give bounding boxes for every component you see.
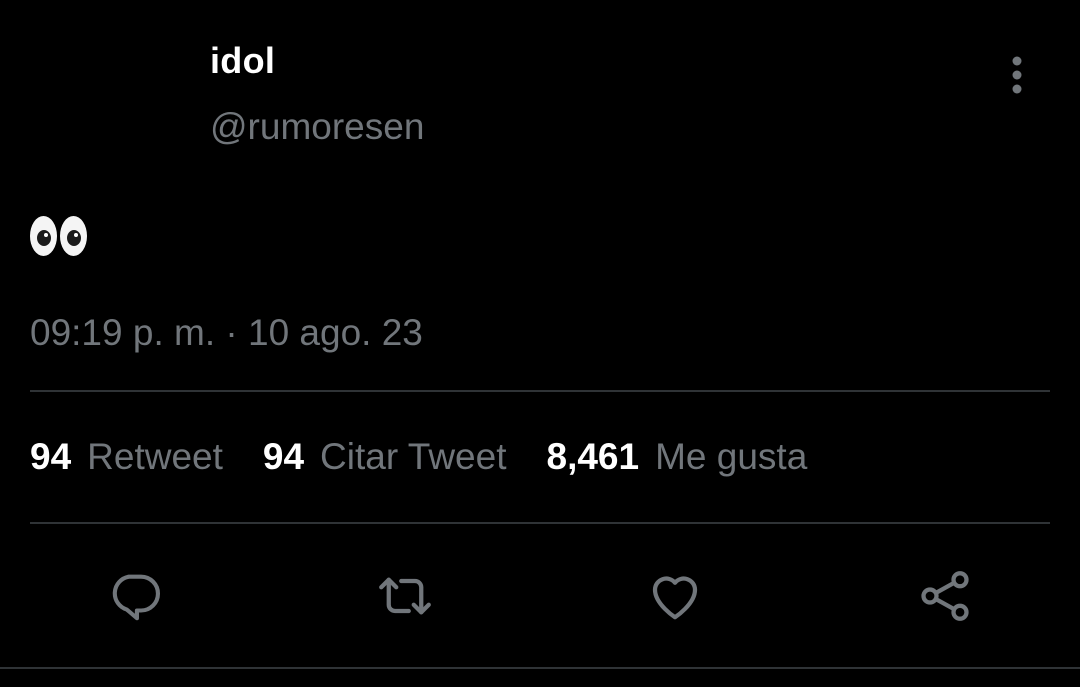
eyes-emoji-icon — [30, 216, 90, 256]
avatar[interactable] — [30, 38, 180, 188]
divider — [30, 390, 1050, 392]
author-display-name[interactable]: idol — [210, 40, 275, 82]
more-options-button[interactable] — [998, 52, 1036, 98]
retweet-button[interactable] — [375, 566, 435, 626]
retweet-icon — [379, 577, 431, 615]
stat-count: 94 — [30, 436, 72, 477]
stat-label: Retweet — [87, 436, 223, 477]
divider — [30, 522, 1050, 524]
stat-count: 8,461 — [546, 436, 640, 477]
tweet-text — [30, 205, 90, 267]
reply-button[interactable] — [105, 566, 165, 626]
right-eye — [60, 216, 87, 256]
stat-count: 94 — [262, 436, 305, 477]
more-vertical-icon — [1012, 56, 1022, 94]
tweet-timestamp[interactable]: 09:19 p. m. · 10 ago. 23 — [30, 312, 423, 354]
author-handle[interactable]: @rumoresen — [210, 106, 424, 148]
stat-likes[interactable]: 8,461 Me gusta — [547, 436, 808, 478]
divider — [0, 667, 1080, 669]
like-icon — [652, 576, 698, 620]
engagement-stats: 94 Retweet 94 Citar Tweet 8,461 Me gusta — [30, 436, 847, 478]
like-button[interactable] — [645, 566, 705, 626]
stat-label: Citar Tweet — [320, 436, 507, 477]
share-icon — [921, 571, 969, 621]
left-eye — [30, 216, 57, 256]
stat-retweets[interactable]: 94 Retweet — [30, 436, 223, 478]
share-button[interactable] — [915, 566, 975, 626]
reply-icon — [112, 574, 161, 621]
stat-quote-tweets[interactable]: 94 Citar Tweet — [263, 436, 507, 478]
tweet-detail: idol @rumoresen 09:19 p. m. · 10 ago. 23… — [0, 0, 1080, 687]
stat-label: Me gusta — [655, 436, 808, 477]
